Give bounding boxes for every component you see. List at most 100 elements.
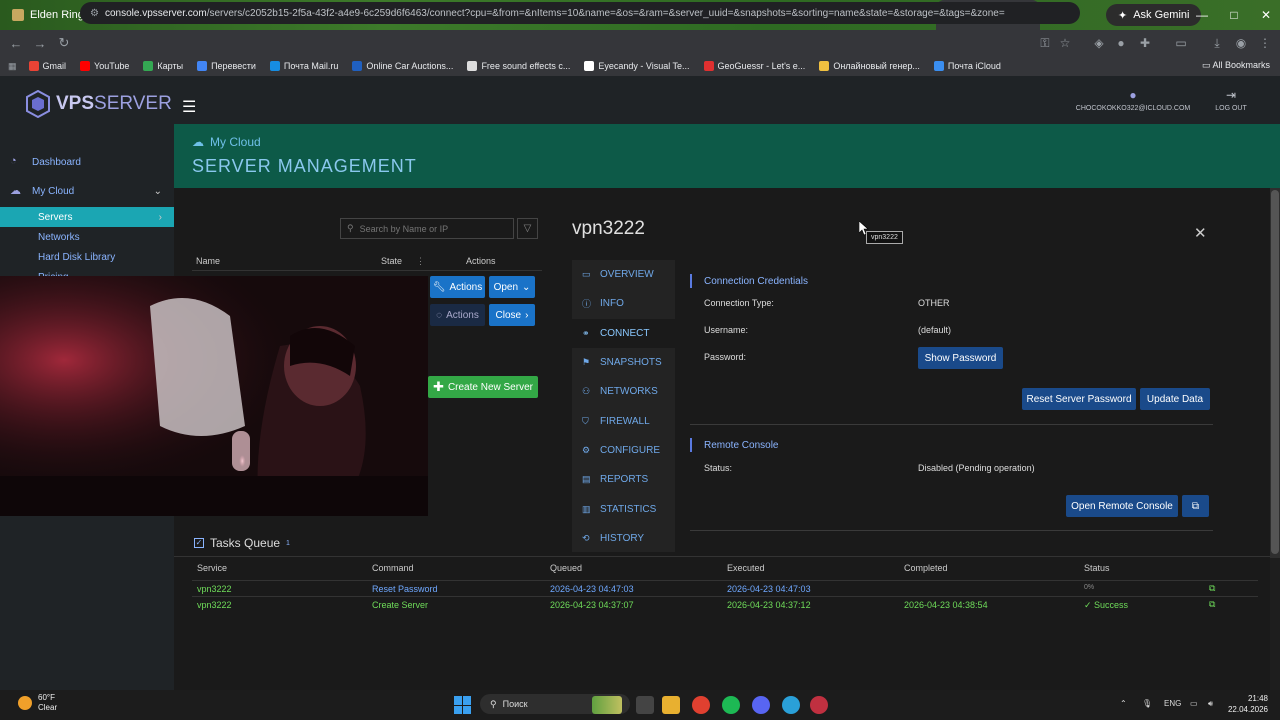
bookmark-item[interactable]: Почта Mail.ru: [269, 61, 338, 71]
app-icon[interactable]: [810, 696, 828, 714]
bookmark-item[interactable]: Почта iCloud: [933, 61, 1001, 71]
weather-widget[interactable]: 60°F Clear: [18, 693, 57, 713]
puzzle-icon[interactable]: ✚: [1136, 34, 1154, 52]
detail-tab-history[interactable]: ⟲ HISTORY: [572, 524, 675, 553]
external-link-icon[interactable]: ⧉: [1209, 599, 1215, 610]
bookmark-item[interactable]: Карты: [143, 61, 183, 71]
tasks-column-header[interactable]: Command: [372, 563, 414, 573]
bookmark-item[interactable]: Перевести: [197, 61, 256, 71]
tasks-column-header[interactable]: Executed: [727, 563, 765, 573]
column-header-actions[interactable]: Actions: [466, 256, 496, 266]
shield-icon[interactable]: ◈: [1090, 34, 1108, 52]
reload-icon[interactable]: ↻: [52, 35, 76, 51]
create-new-server-button[interactable]: ✚ Create New Server: [428, 376, 538, 398]
profile-icon[interactable]: ◉: [1232, 34, 1250, 52]
key-icon[interactable]: ⚿: [1036, 34, 1054, 52]
detail-tab-snapshots[interactable]: ⚑ SNAPSHOTS: [572, 348, 675, 377]
task-cell-service[interactable]: vpn3222: [197, 600, 232, 610]
maximize-button[interactable]: □: [1218, 0, 1250, 30]
telegram-icon[interactable]: [782, 696, 800, 714]
filter-button[interactable]: ▽: [517, 218, 538, 239]
star-icon[interactable]: ☆: [1056, 34, 1074, 52]
task-cell-command[interactable]: Reset Password: [372, 584, 438, 594]
close-window-button[interactable]: ✕: [1250, 0, 1280, 30]
volume-icon[interactable]: 🔊︎: [1208, 699, 1213, 709]
chrome-icon[interactable]: [692, 696, 710, 714]
apps-grid-icon[interactable]: ▦: [8, 61, 17, 72]
bookmark-item[interactable]: Free sound effects c...: [467, 61, 570, 71]
detail-tab-configure[interactable]: ⚙ CONFIGURE: [572, 436, 675, 465]
detail-tab-firewall[interactable]: ⛉ FIREWALL: [572, 406, 675, 435]
close-button[interactable]: Close ›: [489, 304, 535, 326]
discord-icon[interactable]: [752, 696, 770, 714]
sidebar-icon[interactable]: ▭: [1172, 34, 1190, 52]
back-arrow-icon[interactable]: ←: [4, 36, 28, 51]
language-indicator[interactable]: ENG: [1164, 699, 1181, 708]
site-info-icon[interactable]: ⚙: [90, 8, 99, 19]
breadcrumb[interactable]: ☁ My Cloud: [192, 135, 261, 149]
network-icon[interactable]: ▭: [1190, 699, 1198, 708]
file-explorer-icon[interactable]: [662, 696, 680, 714]
forward-arrow-icon[interactable]: →: [28, 36, 52, 51]
all-bookmarks-link[interactable]: ▭ All Bookmarks: [1202, 60, 1270, 71]
sidebar-item-my-cloud[interactable]: ☁ My Cloud ⌄: [0, 179, 174, 203]
logout-button[interactable]: ⇥ LOG OUT: [1210, 88, 1252, 112]
detail-tab-reports[interactable]: ▤ REPORTS: [572, 465, 675, 494]
column-options-icon[interactable]: ⋮: [416, 256, 425, 267]
column-header-name[interactable]: Name: [196, 256, 220, 266]
detail-tab-overview[interactable]: ▭ OVERVIEW: [572, 260, 675, 289]
external-link-icon[interactable]: ⧉: [1209, 583, 1215, 594]
minimize-button[interactable]: —: [1186, 0, 1218, 30]
extension-icon[interactable]: ●: [1112, 34, 1130, 52]
sidebar-item-dashboard[interactable]: ◔ Dashboard: [0, 150, 174, 174]
tasks-column-header[interactable]: Queued: [550, 563, 582, 573]
clock[interactable]: 21:48 22.04.2026: [1226, 693, 1268, 715]
bookmark-favicon-icon: [143, 61, 154, 71]
detail-tab-connect[interactable]: ⚭ CONNECT: [572, 318, 675, 348]
bookmark-item[interactable]: GeoGuessr - Let's e...: [703, 61, 805, 71]
tasks-column-header[interactable]: Service: [197, 563, 227, 573]
vpsserver-logo[interactable]: VPSSERVER: [26, 90, 172, 118]
scrollbar-thumb[interactable]: [1271, 190, 1279, 554]
menu-icon[interactable]: ⋮: [1256, 34, 1274, 52]
task-view-icon[interactable]: [636, 696, 654, 714]
tasks-queue-title[interactable]: ✓ Tasks Queue 1: [194, 536, 290, 550]
bookmark-item[interactable]: Gmail: [28, 61, 66, 71]
bookmark-item[interactable]: YouTube: [80, 61, 129, 71]
sidebar-item-servers[interactable]: Servers ›: [0, 207, 174, 227]
detail-tab-networks[interactable]: ⚇ NETWORKS: [572, 377, 675, 406]
task-cell-service[interactable]: vpn3222: [197, 584, 232, 594]
update-data-button[interactable]: Update Data: [1140, 388, 1210, 410]
actions-button[interactable]: 🔧︎ Actions: [430, 276, 485, 298]
sidebar-item-networks[interactable]: Networks: [0, 227, 174, 247]
sidebar-item-hard-disk-library[interactable]: Hard Disk Library: [0, 247, 174, 267]
open-button[interactable]: Open ⌄: [489, 276, 535, 298]
start-button[interactable]: [454, 696, 472, 714]
user-account[interactable]: ● CHOCOKOKKO322@ICLOUD.COM: [1070, 88, 1196, 112]
show-password-button[interactable]: Show Password: [918, 347, 1003, 369]
microphone-icon[interactable]: 🎙︎: [1142, 699, 1152, 708]
open-remote-console-button[interactable]: Open Remote Console: [1066, 495, 1178, 517]
reset-server-password-button[interactable]: Reset Server Password: [1022, 388, 1136, 410]
chevron-up-icon[interactable]: ⌃: [1120, 699, 1127, 708]
bookmark-item[interactable]: Eyecandy - Visual Te...: [584, 61, 690, 71]
bookmark-item[interactable]: Онлайновый генер...: [819, 61, 920, 71]
tasks-column-header[interactable]: Status: [1084, 563, 1110, 573]
widget-image-icon[interactable]: [592, 696, 622, 714]
tasks-column-header[interactable]: Completed: [904, 563, 948, 573]
download-icon[interactable]: ⤓: [1208, 34, 1226, 52]
column-header-state[interactable]: State: [381, 256, 402, 266]
search-input[interactable]: [359, 223, 500, 234]
detail-tab-statistics[interactable]: ▥ STATISTICS: [572, 494, 675, 523]
task-cell-command[interactable]: Create Server: [372, 600, 428, 610]
hamburger-menu-icon[interactable]: ☰: [182, 97, 196, 117]
search-field[interactable]: ⚲: [340, 218, 514, 239]
actions-button-loading[interactable]: ◌ Actions: [430, 304, 485, 326]
external-link-button[interactable]: ⧉: [1182, 495, 1209, 517]
url-field[interactable]: ⚙ console.vpsserver.com /servers/c2052b1…: [80, 2, 1080, 24]
spotify-icon[interactable]: [722, 696, 740, 714]
task-cell-completed: 2026-04-23 04:38:54: [904, 600, 988, 610]
close-icon[interactable]: ✕: [1194, 224, 1207, 242]
bookmark-item[interactable]: Online Car Auctions...: [352, 61, 453, 71]
detail-tab-info[interactable]: ⓘ INFO: [572, 289, 675, 318]
